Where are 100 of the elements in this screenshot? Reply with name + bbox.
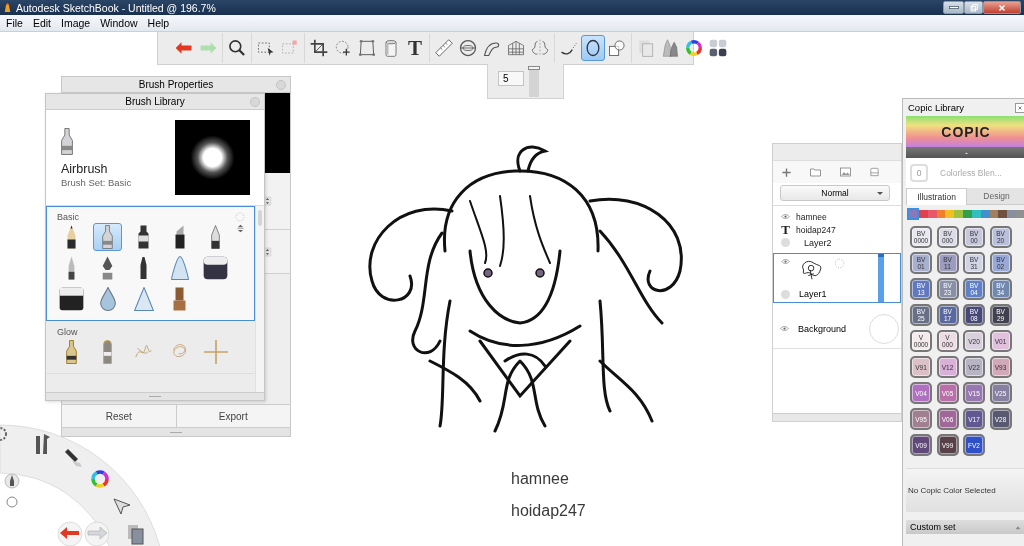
custom-set-bar[interactable]: Custom set [906, 520, 1024, 534]
brush-set-label: Basic [57, 211, 79, 222]
copy-icon [636, 38, 656, 58]
eye-icon [779, 324, 790, 333]
block-eraser-icon [203, 256, 228, 280]
pointer-icon[interactable] [113, 498, 131, 515]
brush-button[interactable] [201, 254, 230, 282]
color-family-chip[interactable] [980, 210, 990, 218]
menu-item[interactable]: Edit [27, 15, 56, 31]
add-icon [781, 166, 792, 178]
tool-button[interactable]: T [403, 35, 427, 61]
brush-set-label: Glow [57, 326, 78, 337]
stamp-icon [173, 287, 186, 311]
close-button[interactable] [1015, 102, 1024, 113]
color-family-chip[interactable] [919, 210, 928, 218]
color-family-chip[interactable] [907, 208, 919, 220]
tab[interactable]: Design [967, 188, 1024, 205]
brushes-icon [660, 38, 680, 58]
minimize-button[interactable] [943, 1, 964, 14]
color-wheel-icon [684, 38, 704, 58]
smudge-icon [170, 256, 189, 280]
menu-item[interactable]: Help [142, 15, 175, 31]
menu-item[interactable]: File [1, 15, 28, 31]
slider-thumb[interactable] [528, 65, 540, 70]
dot-icon [781, 289, 790, 299]
airbrush-icon [66, 340, 77, 364]
symmetry-icon [530, 38, 550, 58]
color-family-chip[interactable] [954, 210, 964, 218]
panel-title: Brush Properties [138, 79, 214, 90]
layer-row[interactable]: hamnee [773, 210, 901, 223]
maximize-button[interactable] [964, 1, 983, 14]
brush-set-name: Brush Set: Basic [61, 176, 133, 188]
close-icon [997, 2, 1007, 13]
close-button[interactable] [983, 1, 1021, 14]
dotted-circle-icon [234, 210, 246, 223]
restore-icon [968, 2, 979, 13]
marker-icon [138, 225, 149, 249]
tool-button[interactable] [581, 35, 605, 61]
panel-title: Brush Library [125, 96, 185, 107]
brush-icon [68, 256, 75, 280]
color-family-chip[interactable] [927, 210, 937, 218]
radio-circle[interactable] [6, 496, 18, 508]
resize-handle[interactable] [62, 427, 290, 436]
brush-size-slider[interactable] [529, 65, 539, 97]
pen-icon [211, 225, 220, 249]
panel-title: Copic Library [908, 102, 964, 113]
blend-mode-dropdown[interactable]: Normal [780, 185, 890, 201]
marker-icon [103, 340, 112, 364]
expand-icon [235, 223, 246, 234]
layer-row[interactable]: Layer1 [773, 253, 901, 303]
brush-set-panel[interactable]: Basic [46, 206, 255, 321]
airbrush-icon [61, 127, 73, 155]
layer-row[interactable]: T hoidap247 [773, 223, 901, 236]
eye-icon [780, 212, 791, 221]
color-family-chip[interactable] [989, 210, 999, 218]
color-family-chip[interactable] [971, 210, 981, 218]
cross-icon [203, 340, 228, 364]
gear-icon[interactable] [0, 427, 7, 441]
layer-name: Layer2 [803, 237, 832, 248]
blender-name: Colorless Blen... [940, 168, 1002, 178]
pen-icon[interactable] [4, 473, 20, 489]
chisel-marker-icon [174, 225, 185, 249]
felt-pen-icon [140, 256, 147, 280]
layer-row[interactable]: Layer2 [773, 236, 901, 249]
logo-banner: COPIC [906, 116, 1024, 147]
status-text: No Copic Color Selected [908, 486, 996, 495]
drop-icon [99, 287, 116, 311]
color-wheel-icon[interactable] [91, 470, 109, 488]
text-tool-icon: T [408, 35, 422, 61]
canvas-text: hoidap247 [511, 502, 586, 520]
tab[interactable]: Illustration [906, 188, 967, 205]
text-layer-icon: T [780, 221, 791, 238]
resize-handle[interactable] [46, 392, 264, 400]
color-family-chip[interactable] [963, 210, 972, 218]
ellipse-guide-icon [458, 38, 478, 58]
menu-item[interactable]: Image [56, 15, 96, 31]
brush-button[interactable] [57, 285, 86, 313]
perspective-grid-icon [506, 38, 526, 58]
minimize-icon [948, 6, 959, 9]
layer-row[interactable]: Background [773, 309, 901, 349]
brush-icon[interactable] [65, 449, 82, 467]
panel-button[interactable]: Export [176, 405, 290, 427]
swatches-icon [708, 38, 728, 58]
image-icon [839, 166, 852, 178]
brush-set-panel[interactable]: Glow [46, 321, 255, 374]
copy-icon[interactable] [128, 525, 144, 545]
tools-icon[interactable] [36, 434, 50, 454]
scrollbar[interactable] [255, 206, 264, 392]
color-family-chip[interactable] [1016, 210, 1024, 218]
airbrush-icon [102, 225, 113, 249]
brush-size-field[interactable]: 5 [498, 70, 524, 86]
color-family-chip[interactable] [1007, 210, 1017, 218]
color-family-chip[interactable] [936, 210, 946, 218]
color-family-chip[interactable] [945, 210, 955, 218]
layer-name: hoidap247 [796, 224, 836, 235]
resize-handle[interactable] [773, 413, 901, 421]
menu-item[interactable]: Window [95, 15, 143, 31]
merge-icon [869, 166, 880, 178]
color-family-chip[interactable] [998, 210, 1008, 218]
undo-button[interactable] [57, 521, 83, 546]
